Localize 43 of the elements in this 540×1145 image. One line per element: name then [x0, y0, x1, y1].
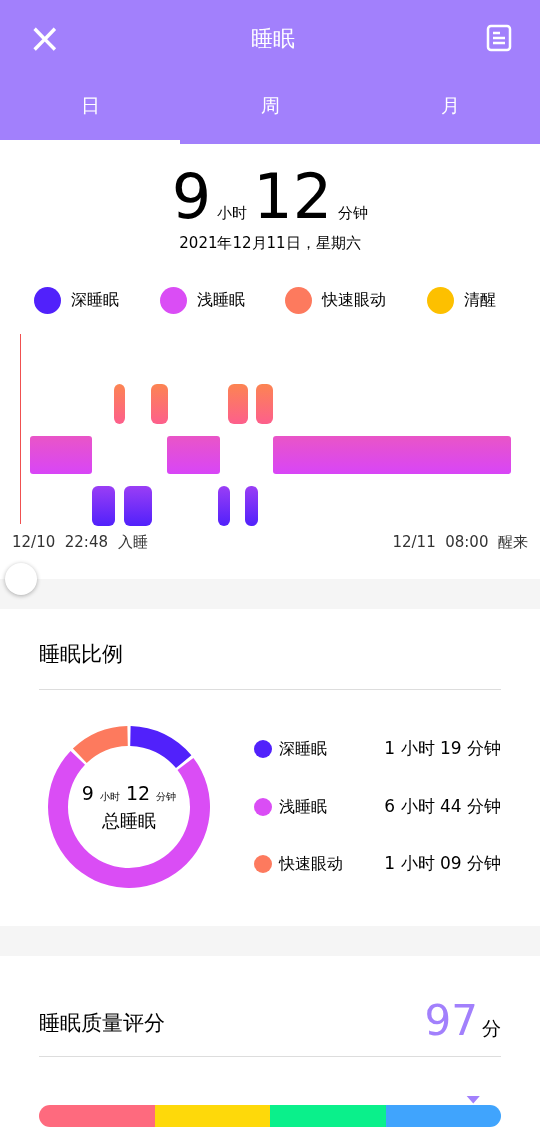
stage-bar: [124, 485, 152, 526]
stage-label: 深睡眠: [279, 738, 327, 760]
quality-score: 97: [424, 997, 478, 1044]
sleep-start-time: 12/10 22:48 入睡: [12, 531, 148, 553]
wake-time: 12/11 08:00 醒来: [392, 531, 528, 553]
report-icon[interactable]: [486, 24, 512, 52]
period-tab[interactable]: 周: [180, 76, 360, 144]
stage-bar: [228, 383, 248, 424]
legend-label: 快速眼动: [322, 289, 387, 311]
close-button[interactable]: ×: [28, 18, 60, 58]
stage-bar: [218, 485, 230, 526]
stage-bar: [30, 435, 92, 474]
quality-title: 睡眠质量评分: [39, 1010, 165, 1037]
legend-label: 清醒: [463, 289, 496, 311]
hours-unit: 小时: [99, 789, 120, 804]
date-text: 2021年12月11日，星期六: [179, 233, 361, 254]
period-tab[interactable]: 月: [360, 76, 540, 144]
stage-bar: [114, 383, 125, 424]
duration-hours: 9: [171, 166, 212, 228]
score-unit: 分: [482, 1015, 501, 1041]
minutes-unit: 分钟: [338, 203, 369, 224]
page-title: 睡眠: [251, 24, 295, 53]
ratio-title: 睡眠比例: [39, 639, 501, 690]
legend-label: 浅睡眠: [196, 289, 245, 311]
stage-bar: [256, 383, 273, 424]
slider-thumb[interactable]: [5, 563, 37, 595]
stage-duration: 1 小时 09 分钟: [384, 852, 501, 876]
stage-duration: 1 小时 19 分钟: [384, 737, 501, 761]
total-minutes: 12: [125, 780, 151, 806]
stage-label: 快速眼动: [279, 853, 343, 875]
stage-bar: [92, 485, 115, 526]
legend-label: 深睡眠: [71, 289, 119, 311]
stage-bar: [245, 485, 258, 526]
duration-minutes: 12: [253, 166, 333, 228]
stage-label: 浅睡眠: [279, 795, 327, 818]
total-sleep-label: 总睡眠: [102, 809, 156, 834]
stage-bar: [151, 383, 168, 424]
stage-duration: 6 小时 44 分钟: [384, 794, 501, 818]
total-hours: 9: [81, 780, 94, 806]
period-tab[interactable]: 日: [0, 76, 180, 144]
stage-bar: [167, 435, 220, 474]
hours-unit: 小时: [217, 203, 248, 224]
minutes-unit: 分钟: [156, 789, 177, 804]
